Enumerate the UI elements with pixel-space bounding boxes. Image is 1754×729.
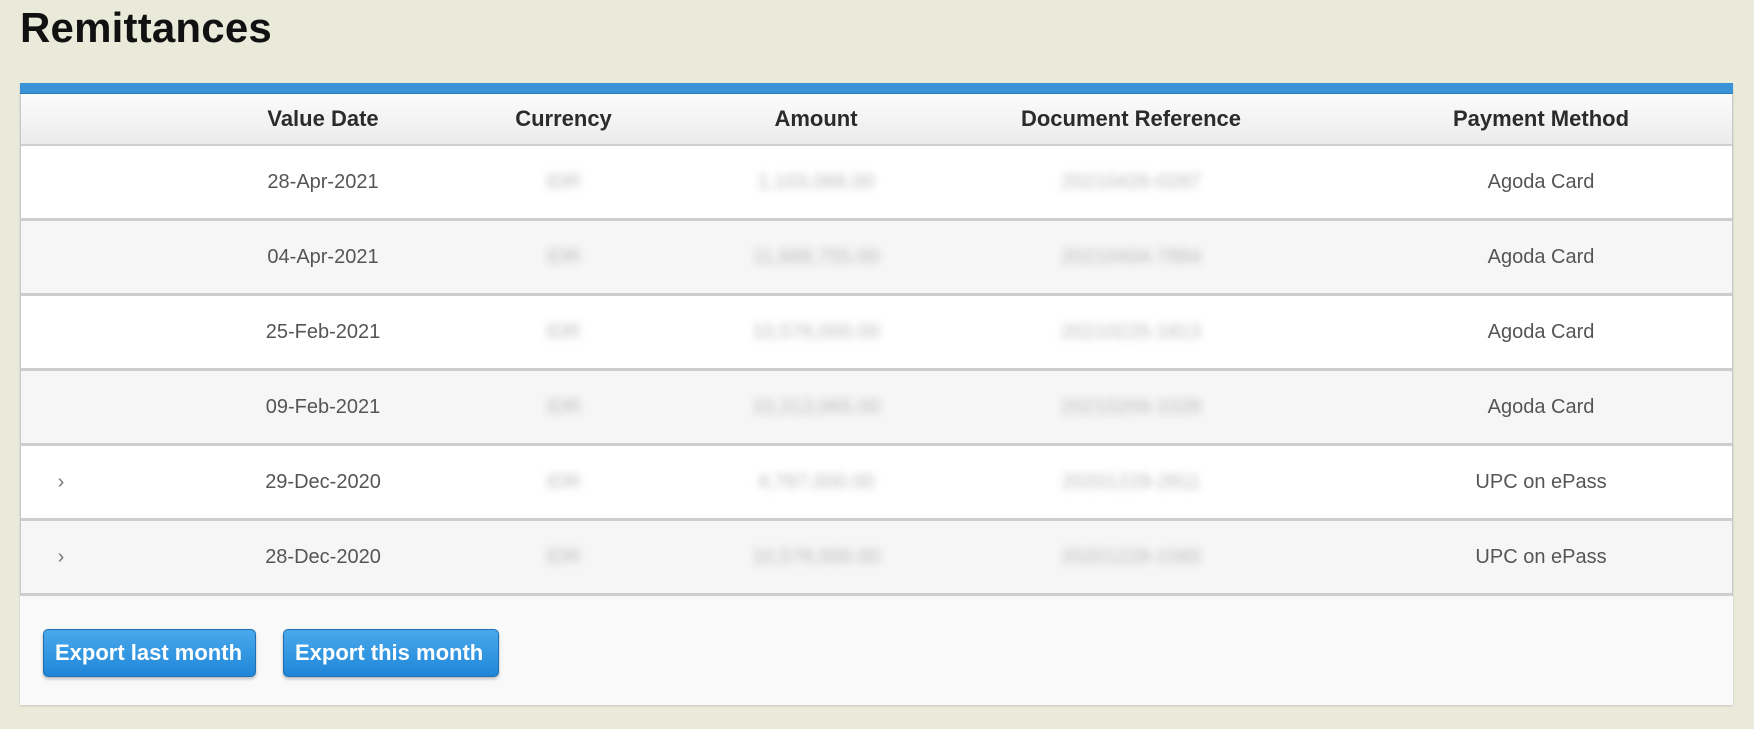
cell-payment-method: Agoda Card xyxy=(1487,171,1595,193)
cell-amount: 1,103,066.00 xyxy=(757,171,875,193)
cell-amount: 10,578,000.00 xyxy=(752,546,880,568)
table-row[interactable]: 04-Apr-2021 IDR 11,688,755.00 20210404-7… xyxy=(21,221,1732,296)
table-row[interactable]: 28-Apr-2021 IDR 1,103,066.00 20210426-02… xyxy=(21,146,1732,221)
cell-amount: 10,578,000.00 xyxy=(752,321,880,343)
cell-currency: IDR xyxy=(546,321,581,343)
chevron-right-icon[interactable]: › xyxy=(51,547,71,567)
cell-currency: IDR xyxy=(546,171,581,193)
table-row[interactable]: 25-Feb-2021 IDR 10,578,000.00 20210225-1… xyxy=(21,296,1732,371)
cell-amount: 10,313,065.00 xyxy=(752,396,880,418)
chevron-right-icon[interactable]: › xyxy=(51,472,71,492)
cell-payment-method: UPC on ePass xyxy=(1475,471,1607,493)
cell-amount: 4,787,000.00 xyxy=(757,471,875,493)
cell-document-reference: 20201229-2811 xyxy=(1061,471,1201,493)
cell-payment-method: Agoda Card xyxy=(1487,246,1595,268)
cell-amount: 11,688,755.00 xyxy=(752,246,880,268)
cell-currency: IDR xyxy=(546,546,581,568)
cell-payment-method: UPC on ePass xyxy=(1475,546,1607,568)
export-this-month-button[interactable]: Export this month xyxy=(283,629,499,677)
cell-document-reference: 20201228-1565 xyxy=(1060,546,1202,568)
table-row[interactable]: 09-Feb-2021 IDR 10,313,065.00 20210209-1… xyxy=(21,371,1732,446)
panel-accent-bar xyxy=(20,83,1733,94)
table-header: Value Date Currency Amount Document Refe… xyxy=(21,94,1732,146)
cell-document-reference: 20210426-0287 xyxy=(1060,171,1202,193)
column-header-payment-method[interactable]: Payment Method xyxy=(1391,94,1691,144)
export-last-month-button[interactable]: Export last month xyxy=(43,629,256,677)
column-header-currency[interactable]: Currency xyxy=(461,94,666,144)
cell-payment-method: Agoda Card xyxy=(1487,396,1595,418)
cell-document-reference: 20210209-1028 xyxy=(1060,396,1202,418)
remittances-panel: Value Date Currency Amount Document Refe… xyxy=(20,83,1733,705)
table-row[interactable]: › 29-Dec-2020 IDR 4,787,000.00 20201229-… xyxy=(21,446,1732,521)
cell-currency: IDR xyxy=(546,396,581,418)
cell-document-reference: 20210404-7884 xyxy=(1060,246,1202,268)
cell-document-reference: 20210225-1813 xyxy=(1060,321,1202,343)
remittances-table: Value Date Currency Amount Document Refe… xyxy=(20,94,1733,596)
cell-currency: IDR xyxy=(546,471,581,493)
page-title: Remittances xyxy=(20,4,272,51)
table-row[interactable]: › 28-Dec-2020 IDR 10,578,000.00 20201228… xyxy=(21,521,1732,596)
column-header-document-reference[interactable]: Document Reference xyxy=(951,94,1311,144)
cell-payment-method: Agoda Card xyxy=(1487,321,1595,343)
column-header-amount[interactable]: Amount xyxy=(681,94,951,144)
cell-currency: IDR xyxy=(546,246,581,268)
